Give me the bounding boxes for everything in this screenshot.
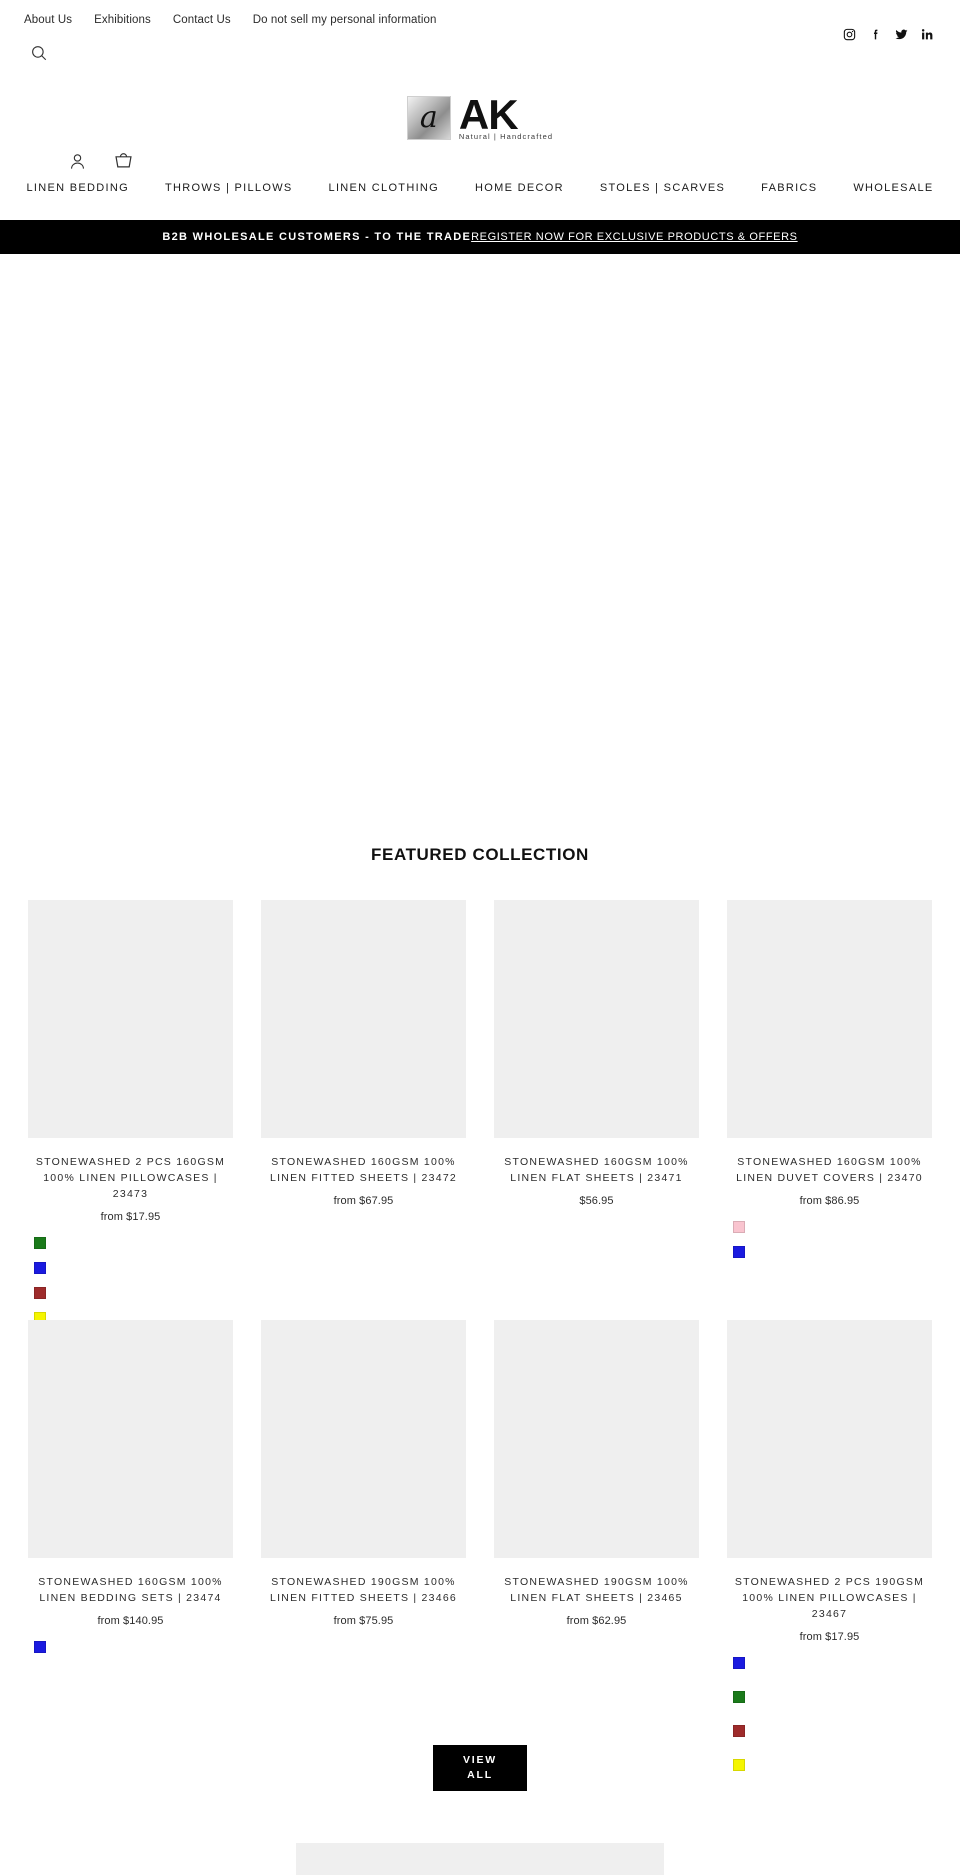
color-swatch[interactable]	[733, 1221, 745, 1233]
product-price: from $86.95	[799, 1195, 860, 1207]
facebook-icon[interactable]	[869, 28, 882, 41]
nav-item-fabrics[interactable]: FABRICS	[743, 182, 835, 194]
nav-item-wholesale[interactable]: WHOLESALE	[835, 182, 951, 194]
color-swatch[interactable]	[733, 1725, 745, 1737]
product-title[interactable]: STONEWASHED 190GSM 100% LINEN FLAT SHEET…	[494, 1574, 699, 1606]
product-card[interactable]: STONEWASHED 2 PCS 160GSM 100% LINEN PILL…	[28, 900, 233, 1324]
color-swatch[interactable]	[733, 1759, 745, 1771]
view-all-label-line2: ALL	[467, 1769, 493, 1781]
product-card[interactable]: STONEWASHED 160GSM 100% LINEN BEDDING SE…	[28, 1320, 233, 1771]
nav-item-throws-pillows[interactable]: THROWS | PILLOWS	[147, 182, 311, 194]
featured-collection-title: FEATURED COLLECTION	[371, 845, 589, 864]
utility-link-do-not-sell[interactable]: Do not sell my personal information	[253, 12, 437, 28]
product-price: from $17.95	[100, 1211, 161, 1223]
logo-mark-icon: a	[406, 96, 451, 140]
color-swatch[interactable]	[34, 1262, 46, 1274]
product-swatches	[727, 1657, 932, 1771]
product-title[interactable]: STONEWASHED 160GSM 100% LINEN BEDDING SE…	[28, 1574, 233, 1606]
product-price: from $140.95	[97, 1615, 164, 1627]
search-icon[interactable]	[30, 44, 48, 62]
product-swatches	[28, 1237, 233, 1324]
twitter-icon[interactable]	[895, 28, 908, 41]
cart-icon[interactable]	[113, 152, 134, 173]
bottom-section-placeholder	[296, 1843, 664, 1875]
color-swatch[interactable]	[34, 1287, 46, 1299]
product-image[interactable]	[261, 900, 466, 1138]
product-price: from $62.95	[566, 1615, 627, 1627]
color-swatch[interactable]	[34, 1237, 46, 1249]
product-price: from $67.95	[333, 1195, 394, 1207]
nav-item-linen-clothing[interactable]: LINEN CLOTHING	[311, 182, 458, 194]
product-card[interactable]: STONEWASHED 160GSM 100% LINEN DUVET COVE…	[727, 900, 932, 1324]
utility-link-about-us[interactable]: About Us	[24, 12, 72, 28]
logo-tagline: Natural | Handcrafted	[458, 132, 554, 141]
product-card[interactable]: STONEWASHED 190GSM 100% LINEN FITTED SHE…	[261, 1320, 466, 1771]
view-all-button[interactable]: VIEW ALL	[433, 1745, 527, 1791]
product-image[interactable]	[727, 900, 932, 1138]
product-title[interactable]: STONEWASHED 160GSM 100% LINEN FLAT SHEET…	[494, 1154, 699, 1186]
site-logo[interactable]: a AK Natural | Handcrafted	[0, 91, 960, 141]
main-navigation: LINEN BEDDING THROWS | PILLOWS LINEN CLO…	[0, 182, 960, 194]
linkedin-icon[interactable]	[921, 28, 934, 41]
nav-item-linen-bedding[interactable]: LINEN BEDDING	[8, 182, 146, 194]
search-area	[0, 32, 960, 67]
product-grid-row-2: STONEWASHED 160GSM 100% LINEN BEDDING SE…	[28, 1320, 932, 1771]
product-title[interactable]: STONEWASHED 190GSM 100% LINEN FITTED SHE…	[261, 1574, 466, 1606]
utility-link-contact-us[interactable]: Contact Us	[173, 12, 231, 28]
nav-item-home-decor[interactable]: HOME DECOR	[457, 182, 582, 194]
product-swatches	[727, 1221, 932, 1258]
account-icon[interactable]	[68, 152, 87, 173]
logo-wordmark: AK	[458, 91, 519, 138]
product-image[interactable]	[28, 900, 233, 1138]
product-card[interactable]: STONEWASHED 160GSM 100% LINEN FITTED SHE…	[261, 900, 466, 1324]
product-card[interactable]: STONEWASHED 190GSM 100% LINEN FLAT SHEET…	[494, 1320, 699, 1771]
product-price: from $75.95	[333, 1615, 394, 1627]
product-image[interactable]	[494, 900, 699, 1138]
account-cart-group	[34, 152, 134, 173]
product-grid-row-1: STONEWASHED 2 PCS 160GSM 100% LINEN PILL…	[28, 900, 932, 1324]
product-image[interactable]	[727, 1320, 932, 1558]
utility-links: About Us Exhibitions Contact Us Do not s…	[24, 12, 436, 28]
view-all-label-line1: VIEW	[462, 1754, 498, 1766]
announcement-bar: B2B WHOLESALE CUSTOMERS - TO THE TRADE RE…	[0, 220, 960, 254]
utility-bar: About Us Exhibitions Contact Us Do not s…	[0, 0, 960, 32]
product-image[interactable]	[28, 1320, 233, 1558]
product-image[interactable]	[261, 1320, 466, 1558]
product-card[interactable]: STONEWASHED 160GSM 100% LINEN FLAT SHEET…	[494, 900, 699, 1324]
announcement-link[interactable]: REGISTER NOW FOR EXCLUSIVE PRODUCTS & OF…	[471, 231, 798, 243]
hero-banner	[0, 254, 960, 824]
color-swatch[interactable]	[733, 1246, 745, 1258]
product-card[interactable]: STONEWASHED 2 PCS 190GSM 100% LINEN PILL…	[727, 1320, 932, 1771]
color-swatch[interactable]	[34, 1641, 46, 1653]
product-price: $56.95	[579, 1195, 614, 1207]
color-swatch[interactable]	[733, 1657, 745, 1669]
logo-mark-glyph: a	[419, 99, 438, 135]
color-swatch[interactable]	[733, 1691, 745, 1703]
nav-item-stoles-scarves[interactable]: STOLES | SCARVES	[582, 182, 743, 194]
announcement-text: B2B WHOLESALE CUSTOMERS - TO THE TRADE	[162, 231, 472, 243]
product-image[interactable]	[494, 1320, 699, 1558]
product-title[interactable]: STONEWASHED 160GSM 100% LINEN DUVET COVE…	[727, 1154, 932, 1186]
utility-link-exhibitions[interactable]: Exhibitions	[94, 12, 151, 28]
product-price: from $17.95	[799, 1631, 860, 1643]
product-title[interactable]: STONEWASHED 2 PCS 160GSM 100% LINEN PILL…	[28, 1154, 233, 1202]
product-swatches	[28, 1641, 233, 1653]
instagram-icon[interactable]	[843, 28, 856, 41]
product-title[interactable]: STONEWASHED 2 PCS 190GSM 100% LINEN PILL…	[727, 1574, 932, 1622]
social-links	[843, 28, 934, 41]
product-title[interactable]: STONEWASHED 160GSM 100% LINEN FITTED SHE…	[261, 1154, 466, 1186]
